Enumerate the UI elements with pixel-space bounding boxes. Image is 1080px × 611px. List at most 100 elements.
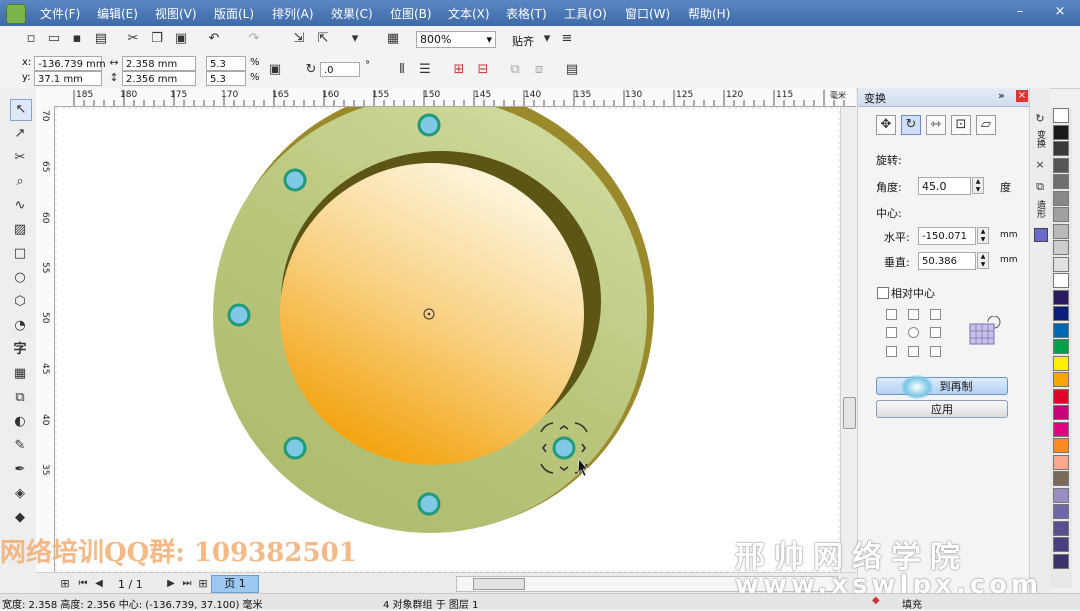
copy-icon[interactable]: ❐ [148, 30, 166, 48]
ellipse-tool-icon[interactable]: ○ [10, 268, 30, 288]
app-icon[interactable] [6, 4, 26, 24]
apply-to-duplicate-button[interactable]: 到再制 [876, 375, 1008, 399]
bolt-dot-lower-left[interactable] [283, 436, 307, 460]
print-icon[interactable]: ▤ [92, 30, 110, 48]
angle-spinner[interactable]: ▲ ▼ [972, 177, 984, 194]
menu-view[interactable]: 视图(V) [155, 5, 197, 22]
rectangle-tool-icon[interactable]: □ [10, 244, 30, 264]
tab-transform[interactable]: 变换 [1034, 130, 1047, 148]
color-swatch[interactable] [1053, 256, 1069, 272]
group-icon[interactable]: ⊞ [450, 61, 468, 79]
color-swatch[interactable] [1053, 372, 1069, 387]
anchor-top-center[interactable] [908, 309, 919, 320]
color-swatch[interactable] [1053, 471, 1069, 486]
freehand-tool-icon[interactable]: ∿ [10, 196, 30, 216]
export-icon[interactable]: ⇱ [314, 30, 332, 48]
color-swatch[interactable] [1053, 421, 1069, 437]
anchor-middle-right[interactable] [930, 327, 941, 338]
zoom-tool-icon[interactable]: ⌕ [10, 172, 30, 192]
y-position-input[interactable]: 37.1 mm [34, 71, 102, 86]
color-swatch[interactable] [1053, 438, 1069, 453]
basic-shapes-icon[interactable]: ◔ [10, 316, 30, 336]
lock-ratio-icon[interactable]: ▣ [266, 61, 284, 79]
break-apart-icon[interactable]: ⧈ [530, 61, 548, 79]
previous-page-icon[interactable]: ◀ [90, 575, 108, 593]
open-folder-icon[interactable]: ▭ [45, 30, 63, 48]
menu-help[interactable]: 帮助(H) [688, 5, 730, 22]
rotate-tab-icon[interactable]: ↻ [1031, 110, 1049, 128]
page-tab[interactable]: 页 1 [211, 575, 259, 593]
size-icon[interactable]: ⊡ [951, 115, 971, 135]
welcome-screen-icon[interactable]: ▦ [384, 30, 402, 48]
align-distribute-icon[interactable]: ▤ [563, 61, 581, 79]
interactive-fill-icon[interactable]: ◆ [10, 508, 30, 528]
vertical-scrollbar[interactable] [840, 107, 857, 572]
anchor-middle-left[interactable] [886, 327, 897, 338]
vertical-spinner[interactable]: ▲ ▼ [977, 252, 989, 269]
width-input[interactable]: 2.358 mm [122, 56, 196, 71]
position-icon[interactable]: ✥ [876, 115, 896, 135]
options-icon[interactable]: ≡ [558, 30, 576, 48]
rotation-input[interactable]: .0 [320, 62, 360, 77]
color-swatch[interactable] [1053, 174, 1069, 189]
smart-fill-icon[interactable]: ▨ [10, 220, 30, 240]
menu-edit[interactable]: 编辑(E) [97, 5, 138, 22]
menu-window[interactable]: 窗口(W) [625, 5, 670, 22]
scroll-thumb[interactable] [843, 397, 856, 429]
anchor-top-right[interactable] [930, 309, 941, 320]
color-swatch[interactable] [1053, 190, 1069, 206]
application-launcher-icon[interactable]: ▾ [346, 30, 364, 48]
menu-table[interactable]: 表格(T) [506, 5, 547, 22]
color-swatch[interactable] [1053, 306, 1069, 321]
tab-shaping[interactable]: 造形 [1034, 200, 1047, 218]
new-document-icon[interactable]: ▫ [22, 30, 40, 48]
x-position-input[interactable]: -136.739 mm [34, 56, 106, 71]
color-swatch[interactable] [1053, 322, 1069, 338]
skew-icon[interactable]: ▱ [976, 115, 996, 135]
mirror-vertical-icon[interactable]: ☰ [416, 61, 434, 79]
snap-menu[interactable]: 贴齐 [512, 33, 534, 49]
color-swatch[interactable] [1053, 124, 1069, 140]
save-icon[interactable]: ▪ [68, 30, 86, 48]
bolt-dot-top[interactable] [417, 113, 441, 137]
horizontal-ruler[interactable]: 185 180 175 170 165 160 155 150 145 140 … [36, 88, 856, 107]
color-swatch[interactable] [1053, 355, 1069, 371]
color-swatch[interactable] [1053, 520, 1069, 536]
pick-tool-icon[interactable]: ↖ [10, 99, 32, 121]
color-swatch[interactable] [1053, 289, 1069, 305]
color-swatch[interactable] [1053, 141, 1069, 156]
polygon-tool-icon[interactable]: ⬡ [10, 292, 30, 312]
bolt-dot-selected[interactable] [552, 436, 576, 460]
anchor-bottom-center[interactable] [908, 346, 919, 357]
double-chevron-icon[interactable]: » [998, 89, 1005, 102]
color-swatch[interactable] [1053, 388, 1069, 404]
menu-arrange[interactable]: 排列(A) [272, 5, 314, 22]
color-swatch[interactable] [1053, 207, 1069, 222]
color-swatch[interactable] [1053, 504, 1069, 519]
color-swatch[interactable] [1053, 240, 1069, 255]
scroll-thumb[interactable] [473, 578, 525, 590]
menu-bitmaps[interactable]: 位图(B) [390, 5, 432, 22]
color-swatch[interactable] [1053, 339, 1069, 354]
menu-effects[interactable]: 效果(C) [331, 5, 373, 22]
color-swatch[interactable] [1053, 537, 1069, 552]
cut-icon[interactable]: ✂ [124, 30, 142, 48]
chevron-down-icon[interactable]: ▾ [538, 30, 556, 48]
rotate-tab-icon[interactable]: ↻ [901, 115, 921, 135]
vertical-center-input[interactable]: 50.386 [918, 252, 976, 270]
redo-icon[interactable]: ↷ [245, 30, 263, 48]
color-swatch[interactable] [1053, 108, 1069, 123]
horizontal-spinner[interactable]: ▲ ▼ [977, 227, 989, 244]
vertical-ruler[interactable]: 70 65 60 55 50 45 40 35 [36, 106, 55, 572]
undo-icon[interactable]: ↶ [205, 30, 223, 48]
zoom-level-select[interactable]: 800% ▾ [416, 31, 496, 48]
import-icon[interactable]: ⇲ [290, 30, 308, 48]
mirror-horizontal-icon[interactable]: ⫴ [393, 61, 411, 79]
scale-mirror-icon[interactable]: ⇿ [926, 115, 946, 135]
text-tool-icon[interactable]: 字 [10, 340, 30, 360]
relative-center-checkbox[interactable] [877, 287, 889, 299]
drawing-canvas[interactable] [55, 107, 840, 572]
crop-tool-icon[interactable]: ✂ [10, 148, 30, 168]
inner-circle[interactable] [280, 163, 584, 465]
scale-height-input[interactable]: 5.3 [206, 71, 246, 86]
